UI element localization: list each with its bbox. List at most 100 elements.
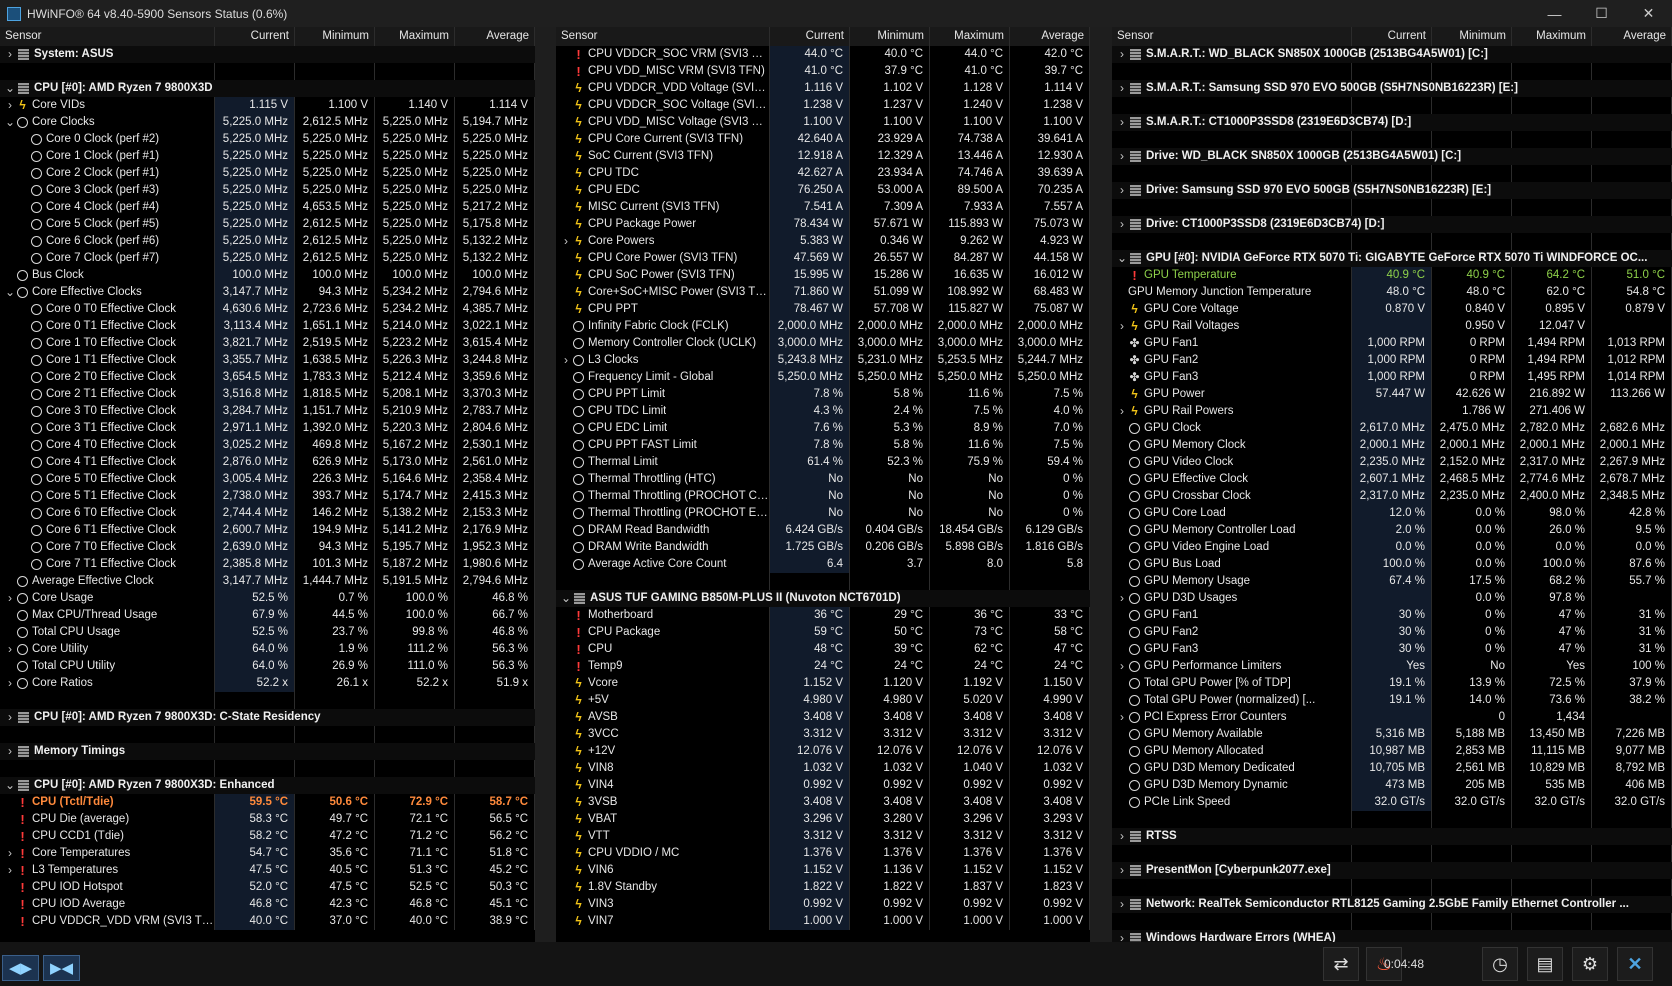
sensor-row[interactable]: GPU Memory Available 5,316 MB 5,188 MB 13,4… [1112,726,1672,743]
sensor-row[interactable]: Core 7 T1 Effective Clock 2,385.8 MHz 101.… [0,556,535,573]
sensor-row[interactable]: Core 1 Clock (perf #1) 5,225.0 MHz 5,225.0… [0,148,535,165]
sensor-row[interactable]: Memory Controller Clock (UCLK) 3,000.0 MH… [556,335,1090,352]
sensor-row[interactable]: › ϟ Core Powers 5.383 W 0.346 W 9.262 W 4.923 … [556,233,1090,250]
sensor-row[interactable]: › Core Usage 52.5 % 0.7 % 100.0 % 46.8 % [0,590,535,607]
sensor-row[interactable]: ϟ 3VSB 3.408 V 3.408 V 3.408 V 3.408 V [556,794,1090,811]
sensor-row[interactable]: CPU TDC Limit 4.3 % 2.4 % 7.5 % 4.0 % [556,403,1090,420]
sensor-row[interactable]: ›! L3 Temperatures 47.5 °C 40.5 °C 51.3 °C 45… [0,862,535,879]
nav-left-button[interactable]: ◀▶ [2,955,39,981]
sensor-row[interactable]: GPU Memory Controller Load 2.0 % 0.0 % 26.0… [1112,522,1672,539]
sensor-group[interactable]: › Memory Timings [0,743,535,760]
expand-toggle-icon[interactable]: › [1116,896,1128,913]
sensor-row[interactable]: GPU Memory Usage 67.4 % 17.5 % 68.2 % 55.7 % [1112,573,1672,590]
expand-toggle-icon[interactable]: › [1116,148,1128,165]
header-average[interactable]: Average [455,27,535,46]
sensor-group[interactable]: › PresentMon [Cyberpunk2077.exe] [1112,862,1672,879]
sensor-row[interactable]: GPU Video Engine Load 0.0 % 0.0 % 0.0 % 0.0 … [1112,539,1672,556]
sensor-row[interactable]: Thermal Throttling (PROCHOT CPU) No No No 0 … [556,488,1090,505]
sensor-row[interactable]: ϟ CPU PPT 78.467 W 57.708 W 115.827 W 75.087 … [556,301,1090,318]
expand-toggle-icon[interactable]: ⌄ [4,80,16,97]
sensor-row[interactable]: › Core Utility 64.0 % 1.9 % 111.2 % 56.3 % [0,641,535,658]
sensor-group[interactable]: › Windows Hardware Errors (WHEA) [1112,930,1672,942]
expand-toggle-icon[interactable]: › [4,709,16,726]
sensor-row[interactable]: › ϟ GPU Rail Voltages 0.950 V 12.047 V [1112,318,1672,335]
sensor-row[interactable]: Core 5 Clock (perf #5) 5,225.0 MHz 2,612.5… [0,216,535,233]
sensor-row[interactable]: ! Temp9 24 °C 24 °C 24 °C 24 °C [556,658,1090,675]
sensor-row[interactable]: ⌄ Core Effective Clocks 3,147.7 MHz 94.3 MH… [0,284,535,301]
minimize-button[interactable]: — [1531,0,1578,27]
sensor-row[interactable]: ϟ CPU SoC Power (SVI3 TFN) 15.995 W 15.286 … [556,267,1090,284]
expand-toggle-icon[interactable]: ⌄ [4,777,16,794]
sensor-row[interactable]: Core 2 T0 Effective Clock 3,654.5 MHz 1,78… [0,369,535,386]
sensor-row[interactable]: ϟ VIN6 1.152 V 1.136 V 1.152 V 1.152 V [556,862,1090,879]
sensor-row[interactable]: ⌄ Core Clocks 5,225.0 MHz 2,612.5 MHz 5,225.… [0,114,535,131]
expand-toggle-icon[interactable]: › [1116,80,1128,97]
sensor-row[interactable]: ϟ 1.8V Standby 1.822 V 1.822 V 1.837 V 1.823 … [556,879,1090,896]
sensor-row[interactable]: ϟ CPU VDDCR_VDD Voltage (SVI3 ... 1.116 V1… [556,80,1090,97]
sensor-row[interactable]: Core 5 T1 Effective Clock 2,738.0 MHz 393.… [0,488,535,505]
nav-right-button[interactable]: ▶◀ [43,955,80,981]
sensor-row[interactable]: Average Effective Clock 3,147.7 MHz 1,444.… [0,573,535,590]
sensor-row[interactable]: Core 1 T0 Effective Clock 3,821.7 MHz 2,51… [0,335,535,352]
expand-toggle-icon[interactable]: › [4,97,16,114]
gear-icon[interactable]: ⚙ [1572,947,1608,981]
sensor-row[interactable]: GPU Crossbar Clock 2,317.0 MHz 2,235.0 MHz… [1112,488,1672,505]
header-sensor[interactable]: Sensor [1112,27,1352,46]
sensor-row[interactable]: ϟ CPU VDDIO / MC 1.376 V 1.376 V 1.376 V 1.37… [556,845,1090,862]
sensor-row[interactable]: ϟ CPU Core Current (SVI3 TFN) 42.640 A 23.9… [556,131,1090,148]
sensor-row[interactable]: Infinity Fabric Clock (FCLK) 2,000.0 MHz 2… [556,318,1090,335]
sensor-row[interactable]: ϟ CPU Package Power 78.434 W 57.671 W 115.89… [556,216,1090,233]
sensor-row[interactable]: GPU Memory Junction Temperature 48.0 °C 48… [1112,284,1672,301]
sensor-group[interactable]: › Drive: CT1000P3SSD8 (2319E6D3CB74) [D:] [1112,216,1672,233]
sensor-row[interactable]: GPU Core Load 12.0 % 0.0 % 98.0 % 42.8 % [1112,505,1672,522]
expand-toggle-icon[interactable]: ⌄ [560,590,572,607]
header-current[interactable]: Current [215,27,295,46]
sensor-row[interactable]: ϟ SoC Current (SVI3 TFN) 12.918 A 12.329 A1… [556,148,1090,165]
sensor-row[interactable]: ! CPU Package 59 °C 50 °C 73 °C 58 °C [556,624,1090,641]
sensor-row[interactable]: DRAM Write Bandwidth 1.725 GB/s 0.206 GB/s… [556,539,1090,556]
sensor-group[interactable]: › Drive: WD_BLACK SN850X 1000GB (2513BG4A… [1112,148,1672,165]
sensor-group[interactable]: ⌄ GPU [#0]: NVIDIA GeForce RTX 5070 Ti: G… [1112,250,1672,267]
sensor-row[interactable]: PCIe Link Speed 32.0 GT/s 32.0 GT/s 32.0 GT… [1112,794,1672,811]
sensor-row[interactable]: CPU PPT Limit 7.8 % 5.8 % 11.6 % 7.5 % [556,386,1090,403]
sensor-row[interactable]: Core 1 T1 Effective Clock 3,355.7 MHz 1,63… [0,352,535,369]
sensor-group[interactable]: › S.M.A.R.T.: Samsung SSD 970 EVO 500GB (… [1112,80,1672,97]
close-sensors-icon[interactable]: ✕ [1617,947,1653,981]
sensor-row[interactable]: ! CPU 48 °C 39 °C 62 °C 47 °C [556,641,1090,658]
header-sensor[interactable]: Sensor [0,27,215,46]
sensor-row[interactable]: ›! Core Temperatures 54.7 °C 35.6 °C 71.1 °C… [0,845,535,862]
sensor-row[interactable]: ϟ VIN7 1.000 V 1.000 V 1.000 V 1.000 V [556,913,1090,930]
sensor-row[interactable]: CPU EDC Limit 7.6 % 5.3 % 8.9 % 7.0 % [556,420,1090,437]
sensor-row[interactable]: Core 4 T0 Effective Clock 3,025.2 MHz 469.… [0,437,535,454]
sensor-row[interactable]: ! CPU VDD_MISC VRM (SVI3 TFN) 41.0 °C 37.9 … [556,63,1090,80]
sensor-row[interactable]: ϟ VTT 3.312 V 3.312 V 3.312 V 3.312 V [556,828,1090,845]
sensor-row[interactable]: ϟ VIN8 1.032 V 1.032 V 1.040 V 1.032 V [556,760,1090,777]
header-minimum[interactable]: Minimum [850,27,930,46]
sensor-row[interactable]: ✤ GPU Fan2 1,000 RPM 0 RPM 1,494 RPM 1,012 RP… [1112,352,1672,369]
header-average[interactable]: Average [1010,27,1090,46]
sensor-row[interactable]: GPU D3D Memory Dedicated 10,705 MB 2,561 M… [1112,760,1672,777]
expand-toggle-icon[interactable]: › [4,743,16,760]
sensor-row[interactable]: ✤ GPU Fan3 1,000 RPM 0 RPM 1,495 RPM 1,014 RP… [1112,369,1672,386]
sensor-row[interactable]: Thermal Throttling (HTC) No No No 0 % [556,471,1090,488]
sensor-row[interactable]: GPU Video Clock 2,235.0 MHz 2,152.0 MHz 2,3… [1112,454,1672,471]
sensor-row[interactable]: ϟ Vcore 1.152 V 1.120 V 1.192 V 1.150 V [556,675,1090,692]
sensor-row[interactable]: Frequency Limit - Global 5,250.0 MHz 5,250… [556,369,1090,386]
sensor-row[interactable]: Core 7 Clock (perf #7) 5,225.0 MHz 2,612.5… [0,250,535,267]
sensor-row[interactable]: Core 3 Clock (perf #3) 5,225.0 MHz 5,225.0… [0,182,535,199]
sensor-row[interactable]: ϟ CPU EDC 76.250 A 53.000 A 89.500 A 70.235 A [556,182,1090,199]
sensor-row[interactable]: ! CPU IOD Hotspot 52.0 °C 47.5 °C 52.5 °C 50.… [0,879,535,896]
sensor-row[interactable]: GPU Bus Load 100.0 % 0.0 % 100.0 % 87.6 % [1112,556,1672,573]
sensor-row[interactable]: Core 2 T1 Effective Clock 3,516.8 MHz 1,81… [0,386,535,403]
sensor-group[interactable]: › S.M.A.R.T.: WD_BLACK SN850X 1000GB (251… [1112,46,1672,63]
sensor-row[interactable]: Core 4 T1 Effective Clock 2,876.0 MHz 626.… [0,454,535,471]
sensor-group[interactable]: › Network: RealTek Semiconductor RTL8125 … [1112,896,1672,913]
sensor-group[interactable]: › S.M.A.R.T.: CT1000P3SSD8 (2319E6D3CB74)… [1112,114,1672,131]
header-maximum[interactable]: Maximum [930,27,1010,46]
sensor-row[interactable]: ! CPU Die (average) 58.3 °C 49.7 °C 72.1 °C 5… [0,811,535,828]
sensor-row[interactable]: ϟ +5V 4.980 V 4.980 V 5.020 V 4.990 V [556,692,1090,709]
sensor-row[interactable]: Core 4 Clock (perf #4) 5,225.0 MHz 4,653.5… [0,199,535,216]
sensor-row[interactable]: GPU Memory Allocated 10,987 MB 2,853 MB 11,… [1112,743,1672,760]
sensor-row[interactable]: › ϟ Core VIDs 1.115 V 1.100 V 1.140 V 1.114 V [0,97,535,114]
sensor-row[interactable]: GPU Clock 2,617.0 MHz 2,475.0 MHz 2,782.0 M… [1112,420,1672,437]
